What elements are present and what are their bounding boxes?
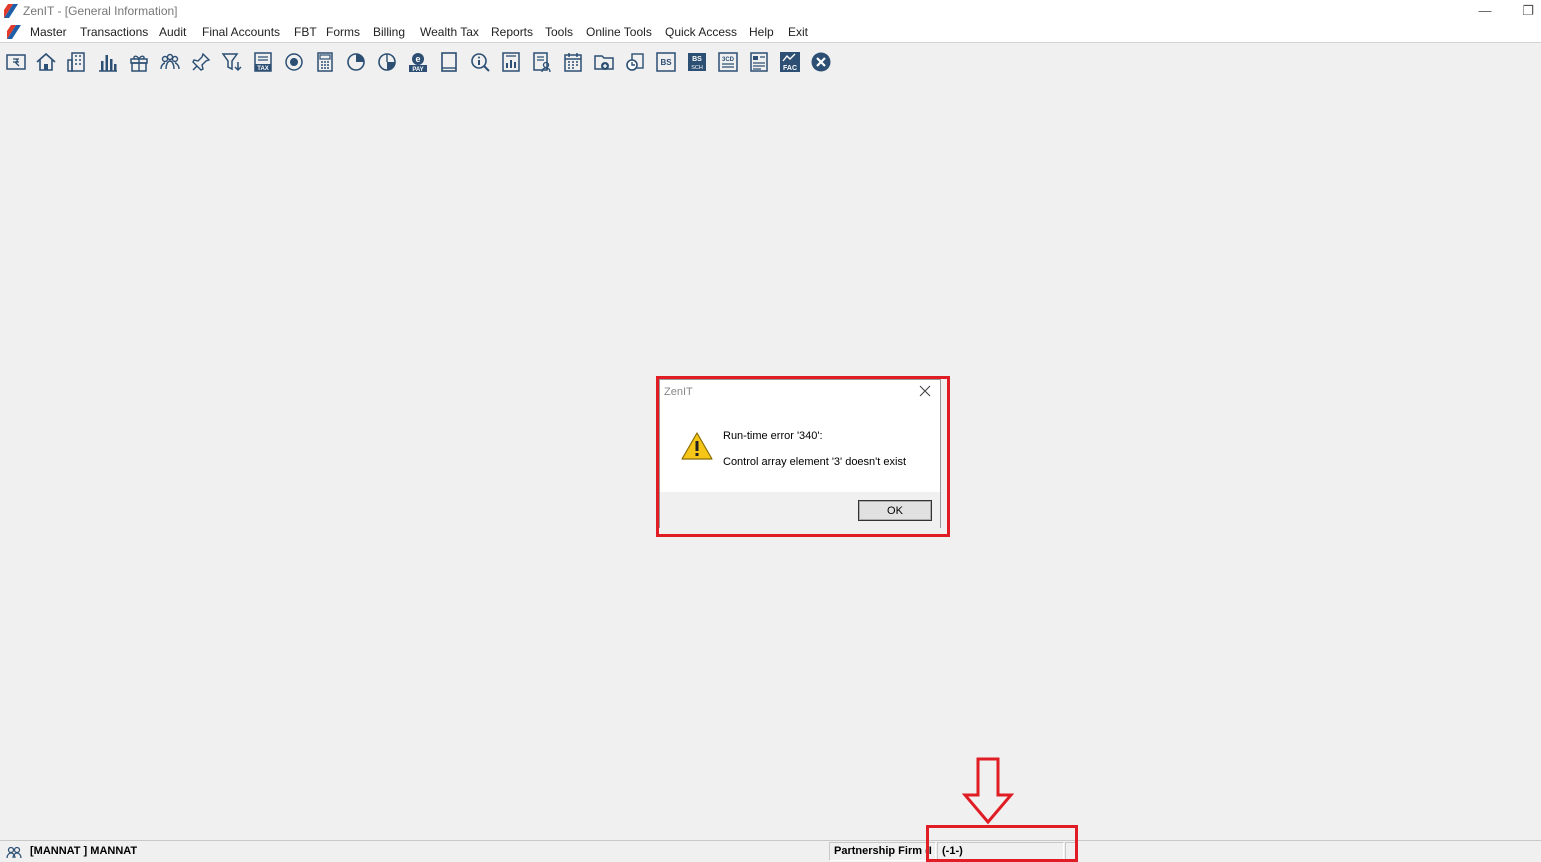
bs-sch-top-label: BS bbox=[692, 56, 702, 63]
menu-forms[interactable]: Forms bbox=[326, 25, 360, 39]
ok-button[interactable]: OK bbox=[858, 500, 932, 521]
menu-help[interactable]: Help bbox=[749, 25, 774, 39]
report-icon[interactable] bbox=[499, 50, 523, 74]
menu-transactions[interactable]: Transactions bbox=[80, 25, 148, 39]
pie-chart-alt-icon[interactable] bbox=[375, 50, 399, 74]
info-search-icon[interactable] bbox=[468, 50, 492, 74]
menu-tools[interactable]: Tools bbox=[545, 25, 573, 39]
down-arrow-icon bbox=[962, 757, 1014, 825]
target-icon[interactable] bbox=[282, 50, 306, 74]
menu-quick-access[interactable]: Quick Access bbox=[665, 25, 737, 39]
pin-icon[interactable] bbox=[189, 50, 213, 74]
menu-bar: Master Transactions Audit Final Accounts… bbox=[0, 22, 1541, 43]
error-code-text: Run-time error '340': bbox=[723, 430, 823, 442]
dialog-body: Run-time error '340': Control array elem… bbox=[660, 404, 940, 492]
dialog-title: ZenIT bbox=[664, 386, 693, 398]
fac-icon[interactable]: FAC bbox=[778, 50, 802, 74]
group-icon[interactable] bbox=[158, 50, 182, 74]
tax-icon[interactable]: TAX bbox=[251, 50, 275, 74]
menu-wealth-tax[interactable]: Wealth Tax bbox=[420, 25, 479, 39]
rupee-card-icon[interactable] bbox=[4, 50, 28, 74]
calendar-icon[interactable] bbox=[561, 50, 585, 74]
3cd-label: 3CD bbox=[722, 57, 735, 63]
error-dialog: ZenIT Run-time error '340': Control arra… bbox=[659, 379, 941, 528]
filter-icon[interactable] bbox=[220, 50, 244, 74]
menu-master[interactable]: Master bbox=[30, 25, 67, 39]
dialog-footer: OK bbox=[660, 492, 940, 528]
bs-label: BS bbox=[660, 58, 672, 67]
refresh-icon[interactable] bbox=[623, 50, 647, 74]
zenit-logo-icon bbox=[4, 4, 18, 18]
close-icon[interactable] bbox=[916, 382, 934, 400]
warning-icon bbox=[681, 432, 713, 460]
menu-exit[interactable]: Exit bbox=[788, 25, 808, 39]
menu-audit[interactable]: Audit bbox=[159, 25, 186, 39]
gift-icon[interactable] bbox=[127, 50, 151, 74]
minimize-button[interactable]: — bbox=[1470, 2, 1500, 20]
calculator-icon[interactable] bbox=[313, 50, 337, 74]
book-icon[interactable] bbox=[437, 50, 461, 74]
bs-sch-icon[interactable]: BS SCH bbox=[685, 50, 709, 74]
close-circle-icon[interactable] bbox=[809, 50, 833, 74]
building-icon[interactable] bbox=[65, 50, 89, 74]
folder-add-icon[interactable] bbox=[592, 50, 616, 74]
title-bar: ZenIT - [General Information] — ❐ bbox=[0, 0, 1541, 22]
menu-final-accounts[interactable]: Final Accounts bbox=[202, 25, 280, 39]
e-pay-e-label: e bbox=[415, 54, 420, 64]
e-pay-icon[interactable]: e PAY bbox=[406, 50, 430, 74]
status-highlight-box bbox=[926, 825, 1078, 862]
status-entity: Partnership Firm (I bbox=[834, 845, 932, 857]
zenit-menu-logo-icon[interactable] bbox=[7, 25, 21, 39]
users-icon bbox=[6, 846, 22, 859]
bs-icon[interactable]: BS bbox=[654, 50, 678, 74]
status-entity-panel: Partnership Firm (I bbox=[829, 842, 936, 861]
restore-button[interactable]: ❐ bbox=[1513, 2, 1541, 20]
pie-chart-icon[interactable] bbox=[344, 50, 368, 74]
user-doc-icon[interactable] bbox=[530, 50, 554, 74]
tax-label: TAX bbox=[257, 66, 269, 72]
status-user: [MANNAT ] MANNAT bbox=[30, 845, 138, 857]
form-icon[interactable] bbox=[747, 50, 771, 74]
menu-online-tools[interactable]: Online Tools bbox=[586, 25, 652, 39]
bar-chart-icon[interactable] bbox=[96, 50, 120, 74]
error-message-text: Control array element '3' doesn't exist bbox=[723, 456, 906, 468]
window-title: ZenIT - [General Information] bbox=[23, 4, 178, 18]
3cd-icon[interactable]: 3CD bbox=[716, 50, 740, 74]
menu-reports[interactable]: Reports bbox=[491, 25, 533, 39]
bs-sch-bottom-label: SCH bbox=[691, 65, 703, 71]
menu-billing[interactable]: Billing bbox=[373, 25, 405, 39]
e-pay-pay-label: PAY bbox=[412, 67, 423, 73]
home-icon[interactable] bbox=[34, 50, 58, 74]
menu-fbt[interactable]: FBT bbox=[294, 25, 317, 39]
fac-label: FAC bbox=[783, 65, 797, 72]
status-bar: [MANNAT ] MANNAT Partnership Firm (I (-1… bbox=[0, 840, 1541, 862]
